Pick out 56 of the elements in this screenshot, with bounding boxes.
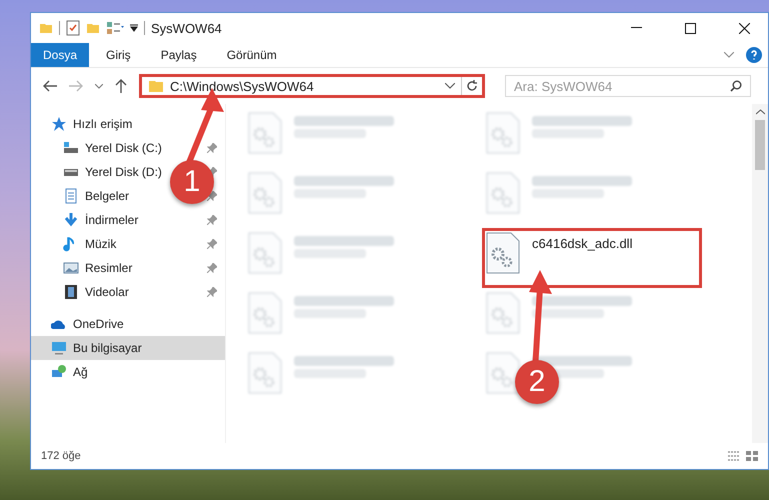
details-view-icon[interactable] [728,451,740,461]
down-arrow-icon [63,212,79,228]
ribbon-tab[interactable]: Giriş [93,43,144,67]
pin-icon[interactable] [207,287,217,297]
up-arrow-icon[interactable] [115,79,127,93]
file-item[interactable]: c6416dsk_adc.dll [482,228,702,288]
pin-icon[interactable] [207,215,217,225]
properties-icon[interactable] [106,21,124,35]
maximize-icon [684,22,696,34]
search-field[interactable]: Ara: SysWOW64 [505,75,751,97]
film-icon [63,284,79,300]
ribbon-tab[interactable]: Görünüm [214,43,290,67]
picture-icon [63,260,79,276]
dropdown-icon[interactable] [130,24,138,32]
search-icon [730,80,742,92]
sidebar-item[interactable]: Resimler [63,256,134,280]
pin-icon[interactable] [207,239,217,249]
refresh-icon [466,80,478,92]
sidebar-item[interactable]: Belgeler [63,184,132,208]
sidebar-item[interactable]: Yerel Disk (D:) [63,160,164,184]
drive-icon [63,140,79,156]
network-icon [51,364,67,380]
minimize-icon [630,27,642,29]
chevron-icon[interactable] [724,52,734,58]
close-icon [738,22,750,34]
sidebar-item[interactable]: Bu bilgisayar [31,336,225,360]
scroll-up-icon[interactable] [756,109,764,115]
ribbon-tab[interactable]: Paylaş [148,43,210,67]
folder-icon [148,79,164,93]
ribbon-tab[interactable]: Dosya [31,43,90,67]
scrollbar[interactable] [752,104,768,443]
checklist-icon[interactable] [66,20,80,36]
file-name: c6416dsk_adc.dll [532,236,632,251]
document-icon [63,188,79,204]
sidebar-item[interactable]: Müzik [63,232,118,256]
back-icon[interactable] [43,80,57,92]
sidebar-item[interactable]: Ağ [31,360,225,384]
window-title: SysWOW64 [151,20,222,36]
pin-icon[interactable] [207,191,217,201]
help-icon[interactable] [746,47,762,63]
item-count: 172 öğe [41,450,81,462]
monitor-icon [51,340,67,356]
sidebar-item[interactable]: Hızlı erişim [31,112,225,136]
pin-icon[interactable] [207,263,217,273]
blurred-text-bar [532,309,604,318]
scroll-thumb[interactable] [755,120,765,170]
sidebar-item[interactable]: İndirmeler [63,208,140,232]
sidebar-item[interactable]: Videolar [63,280,131,304]
sidebar-item[interactable]: Yerel Disk (C:) [63,136,164,160]
address-path: C:\Windows\SysWOW64 [170,78,315,94]
address-bar[interactable]: C:\Windows\SysWOW64 [139,74,485,98]
star-icon [51,116,67,132]
chevron-icon[interactable] [445,83,455,89]
large-icons-view-icon[interactable] [746,451,758,461]
sidebar-item[interactable]: OneDrive [31,312,225,336]
pin-icon[interactable] [207,143,217,153]
